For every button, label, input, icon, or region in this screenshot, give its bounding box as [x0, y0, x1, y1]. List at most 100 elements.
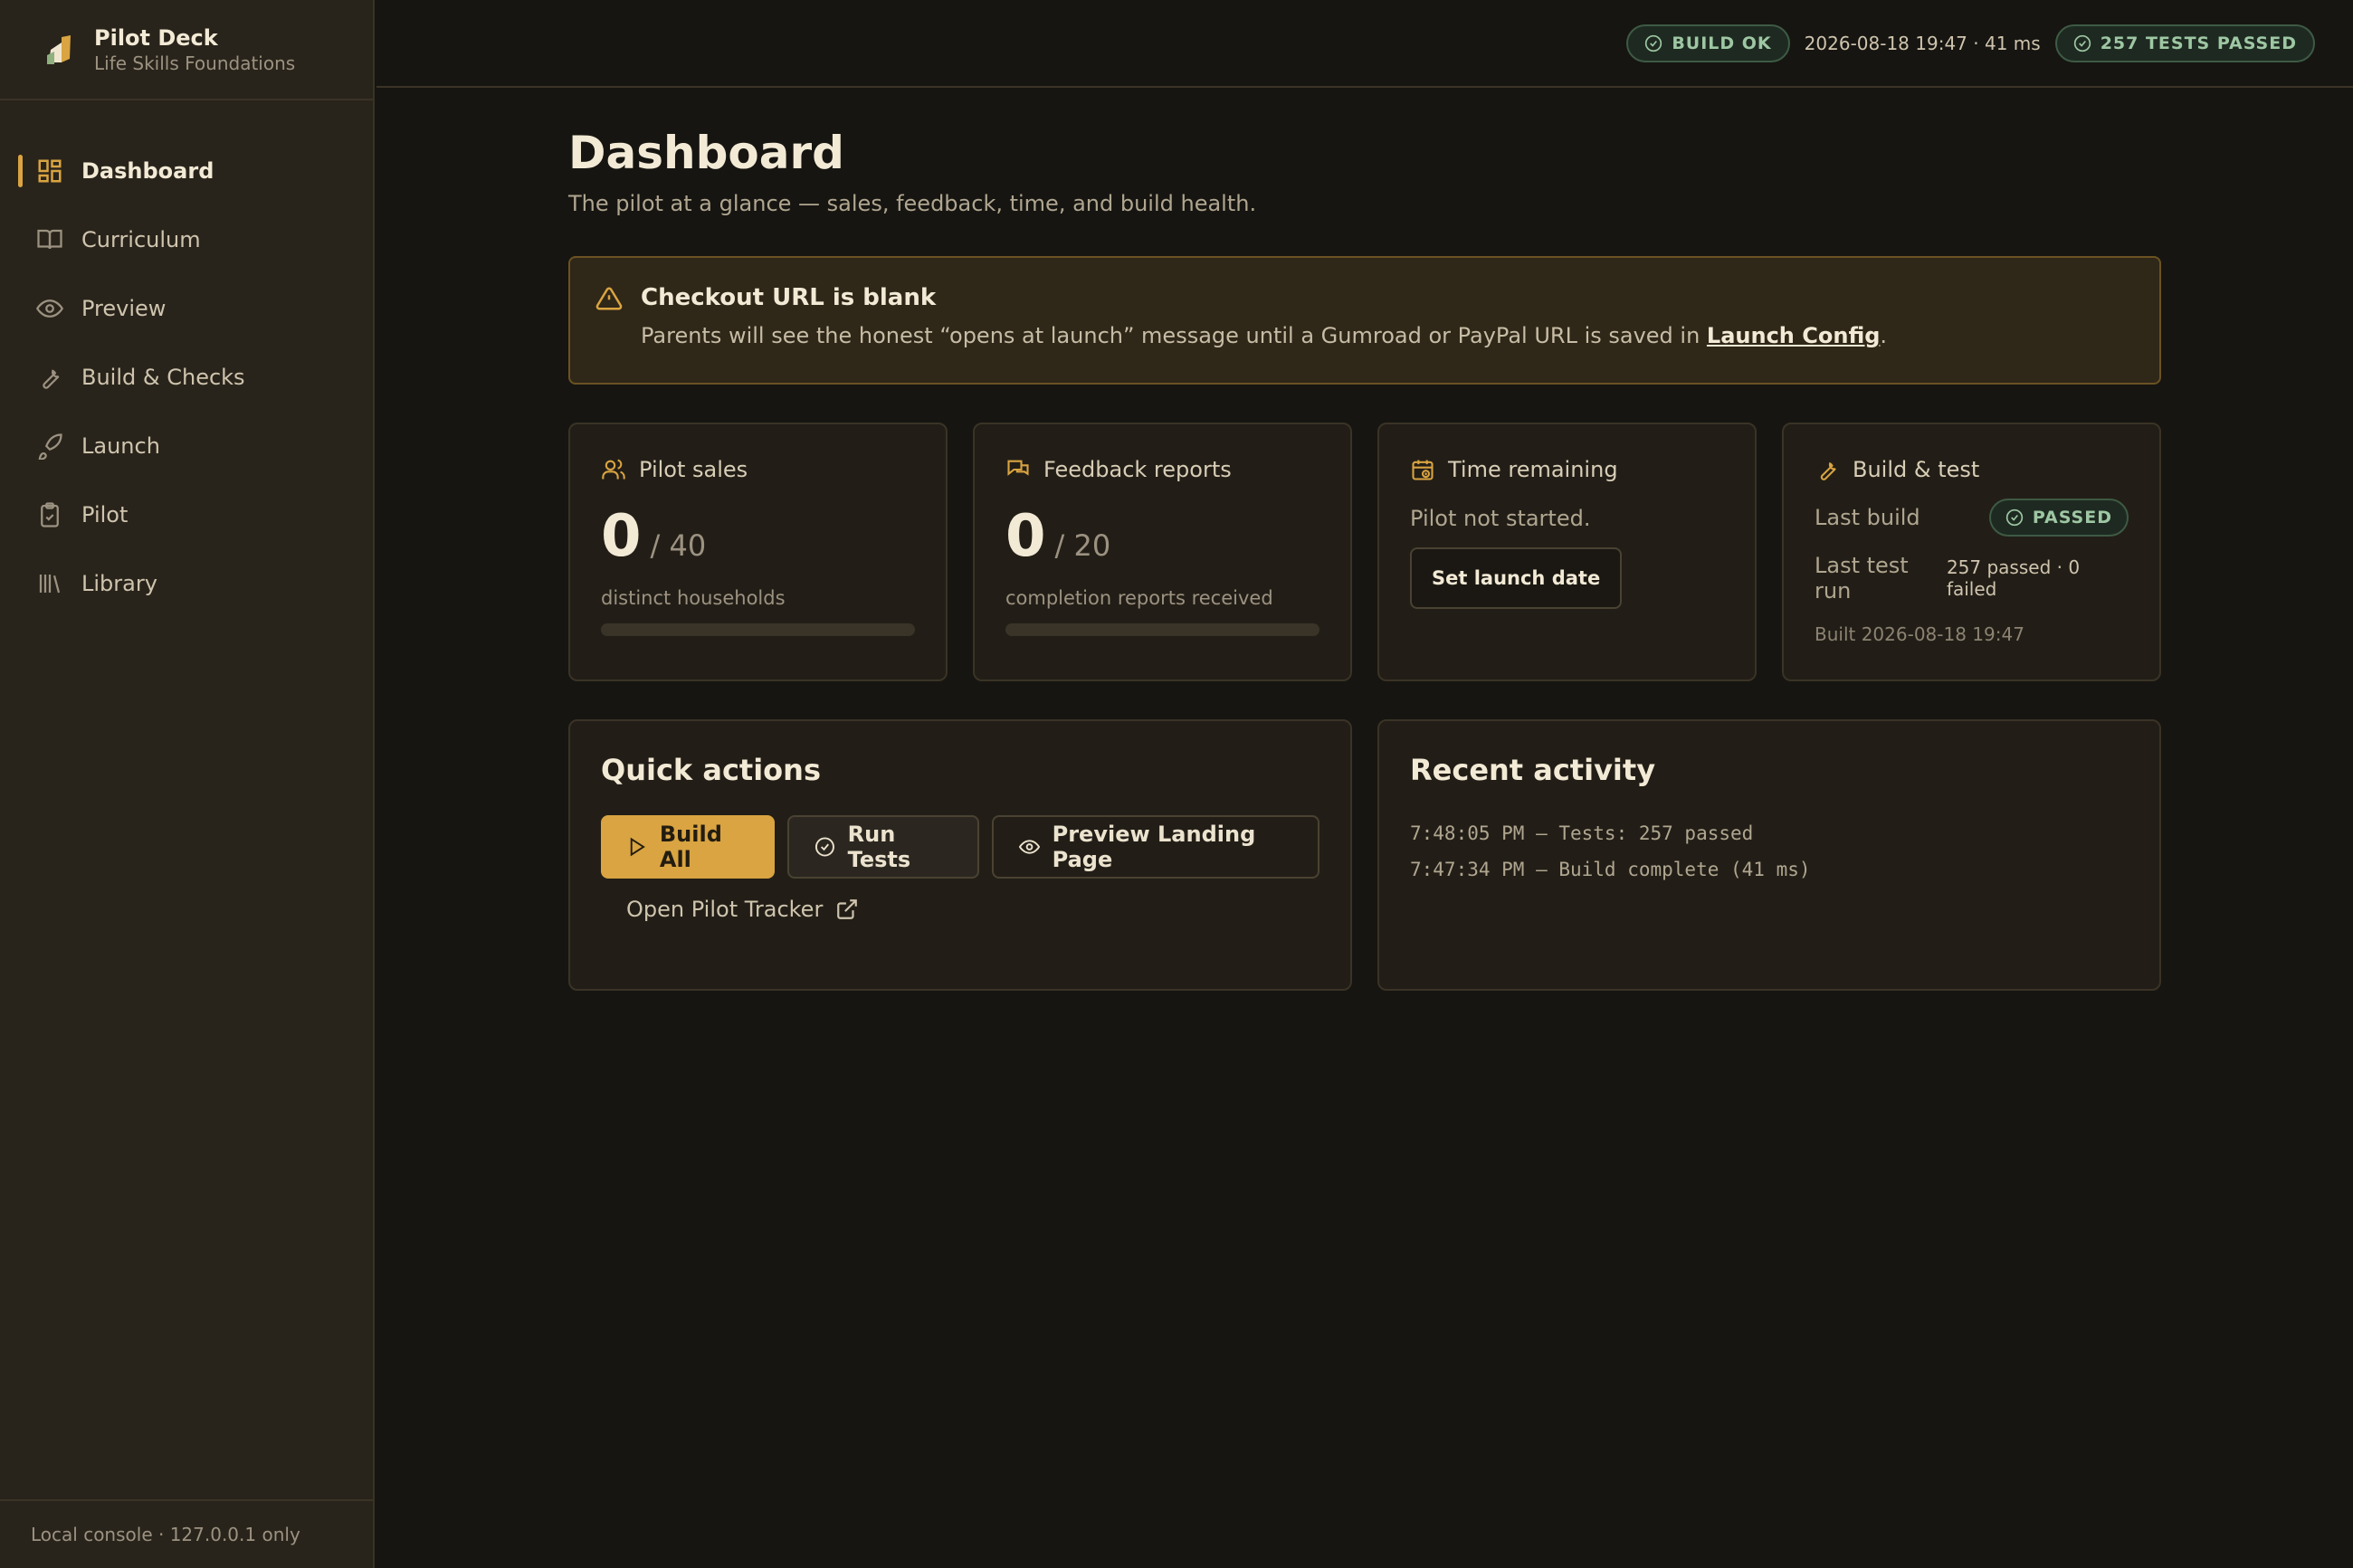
- users-icon: [602, 459, 625, 480]
- sidebar-item-curriculum[interactable]: Curriculum: [0, 205, 373, 274]
- main-content: Dashboard The pilot at a glance — sales,…: [568, 88, 2161, 991]
- open-pilot-tracker-link[interactable]: Open Pilot Tracker: [626, 897, 859, 922]
- card-header: Time remaining: [1410, 457, 1724, 482]
- sales-progress-bar: [601, 623, 915, 636]
- feedback-caption: completion reports received: [1005, 587, 1273, 609]
- feedback-count: 0 / 20: [1005, 508, 1319, 565]
- brand: Pilot Deck Life Skills Foundations: [0, 0, 373, 100]
- last-build-row: Last build PASSED: [1815, 499, 2129, 537]
- built-timestamp: Built 2026-08-18 19:47: [1815, 623, 2024, 645]
- top-bar: BUILD OK 2026-08-18 19:47 · 41 ms 257 TE…: [376, 0, 2353, 88]
- card-title: Build & test: [1853, 457, 1980, 482]
- wrench-icon: [43, 369, 60, 389]
- sidebar-item-label: Launch: [81, 433, 160, 459]
- sidebar: Pilot Deck Life Skills Foundations Dashb…: [0, 0, 375, 1568]
- pilot-status-text: Pilot not started.: [1410, 506, 1591, 531]
- feedback-value: 0: [1005, 503, 1046, 570]
- last-test-value: 257 passed · 0 failed: [1946, 556, 2081, 600]
- run-tests-button[interactable]: Run Tests: [786, 815, 979, 879]
- check-circle-icon: [814, 837, 834, 857]
- clipboard-icon: [41, 502, 59, 527]
- stats-row: Pilot sales 0 / 40 distinct households F…: [568, 423, 2161, 681]
- sidebar-item-label: Preview: [81, 296, 167, 321]
- card-header: Feedback reports: [1005, 457, 1319, 482]
- alert-title: Checkout URL is blank: [641, 284, 937, 311]
- play-icon: [630, 837, 645, 857]
- eye-icon: [36, 299, 63, 318]
- last-test-row: Last test run 257 passed · 0 failed: [1815, 553, 2129, 603]
- warning-triangle-icon: [595, 287, 623, 310]
- last-build-label: Last build: [1815, 505, 1920, 530]
- alert-body: Parents will see the honest “opens at la…: [641, 323, 2159, 348]
- preview-landing-page-label: Preview Landing Page: [1052, 822, 1256, 872]
- build-all-label: Build All: [659, 822, 722, 872]
- card-title: Time remaining: [1448, 457, 1618, 482]
- brand-name: Pilot Deck: [94, 24, 218, 51]
- rocket-icon: [38, 433, 62, 460]
- launch-config-link[interactable]: Launch Config: [1707, 323, 1880, 348]
- dashboard-icon: [38, 159, 62, 183]
- check-circle-icon: [2005, 508, 2024, 527]
- build-status-text: BUILD OK: [1672, 33, 1772, 53]
- alert-body-text: Parents will see the honest “opens at la…: [641, 323, 1707, 348]
- chat-bubbles-icon: [1007, 460, 1029, 476]
- sales-value: 0: [601, 503, 642, 570]
- activity-log: 7:48:05 PM — Tests: 257 passed 7:47:34 P…: [1410, 815, 2129, 888]
- activity-entry: 7:47:34 PM — Build complete (41 ms): [1410, 859, 1811, 880]
- open-pilot-tracker-label: Open Pilot Tracker: [626, 897, 824, 922]
- page-subtitle: The pilot at a glance — sales, feedback,…: [568, 191, 1257, 216]
- sidebar-footer: Local console · 127.0.0.1 only: [0, 1499, 373, 1568]
- check-circle-icon: [2073, 34, 2091, 52]
- sidebar-item-library[interactable]: Library: [0, 549, 373, 618]
- page-title: Dashboard: [568, 127, 844, 179]
- brand-subtitle: Life Skills Foundations: [94, 52, 296, 74]
- sidebar-item-label: Library: [81, 571, 157, 596]
- sales-caption: distinct households: [601, 587, 786, 609]
- activity-entry: 7:48:05 PM — Tests: 257 passed: [1410, 822, 1754, 844]
- build-passed-badge: PASSED: [1988, 499, 2129, 537]
- external-link-icon: [837, 899, 858, 919]
- bottom-row: Quick actions Build All Run Tests Previe…: [568, 719, 2161, 991]
- sidebar-nav: Dashboard Curriculum Preview Build & Che…: [0, 100, 373, 618]
- card-header: Pilot sales: [601, 457, 915, 482]
- build-meta: 2026-08-18 19:47 · 41 ms: [1804, 32, 2041, 54]
- sidebar-item-dashboard[interactable]: Dashboard: [0, 137, 373, 205]
- quick-actions-buttons: Build All Run Tests Preview Landing Page: [601, 815, 1320, 879]
- feedback-progress-bar: [1005, 623, 1319, 636]
- book-icon: [37, 229, 62, 250]
- sidebar-item-build-checks[interactable]: Build & Checks: [0, 343, 373, 412]
- recent-activity-title: Recent activity: [1410, 753, 1656, 787]
- quick-actions-panel: Quick actions Build All Run Tests Previe…: [568, 719, 1352, 991]
- pilot-sales-card: Pilot sales 0 / 40 distinct households: [568, 423, 948, 681]
- run-tests-label: Run Tests: [847, 822, 911, 872]
- build-test-card: Build & test Last build PASSED Last test…: [1782, 423, 2161, 681]
- alert-body-end: .: [1880, 323, 1888, 348]
- sales-target: / 40: [650, 528, 707, 563]
- tests-status-text: 257 TESTS PASSED: [2100, 33, 2297, 53]
- recent-activity-panel: Recent activity 7:48:05 PM — Tests: 257 …: [1377, 719, 2161, 991]
- build-all-button[interactable]: Build All: [601, 815, 775, 879]
- sidebar-item-preview[interactable]: Preview: [0, 274, 373, 343]
- library-icon: [39, 575, 61, 594]
- sidebar-item-label: Curriculum: [81, 227, 201, 252]
- sidebar-item-label: Pilot: [81, 502, 129, 527]
- feedback-reports-card: Feedback reports 0 / 20 completion repor…: [973, 423, 1352, 681]
- sidebar-item-launch[interactable]: Launch: [0, 412, 373, 480]
- wrench-icon: [1820, 461, 1836, 480]
- sidebar-item-label: Build & Checks: [81, 365, 245, 390]
- preview-landing-page-button[interactable]: Preview Landing Page: [991, 815, 1320, 879]
- checkout-warning-alert: Checkout URL is blank Parents will see t…: [568, 256, 2161, 385]
- time-remaining-card: Time remaining Pilot not started. Set la…: [1377, 423, 1757, 681]
- eye-icon: [1018, 840, 1040, 854]
- feedback-target: / 20: [1054, 528, 1111, 563]
- sidebar-item-pilot[interactable]: Pilot: [0, 480, 373, 549]
- build-status-badge: BUILD OK: [1626, 24, 1790, 62]
- card-title: Feedback reports: [1043, 457, 1232, 482]
- last-test-label: Last test run: [1815, 553, 1909, 603]
- calendar-clock-icon: [1412, 460, 1434, 480]
- card-header: Build & test: [1815, 457, 2129, 482]
- quick-actions-title: Quick actions: [601, 753, 821, 787]
- sales-count: 0 / 40: [601, 508, 915, 565]
- check-circle-icon: [1645, 34, 1662, 52]
- set-launch-date-button[interactable]: Set launch date: [1410, 547, 1623, 609]
